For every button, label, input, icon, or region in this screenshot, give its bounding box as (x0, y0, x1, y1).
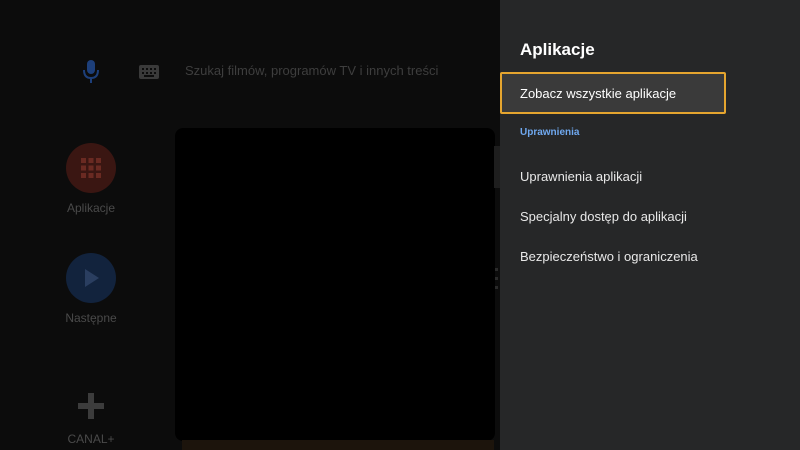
security-restrictions-label: Bezpieczeństwo i ograniczenia (520, 249, 698, 264)
section-header-permissions: Uprawnienia (520, 127, 580, 138)
security-restrictions-item[interactable]: Bezpieczeństwo i ograniczenia (500, 237, 800, 277)
home-screen-dimmed: Szukaj filmów, programów TV i innych tre… (0, 0, 500, 450)
home-app-label: Aplikacje (66, 201, 116, 215)
see-all-apps-item[interactable]: Zobacz wszystkie aplikacje (500, 72, 800, 114)
search-bar[interactable]: Szukaj filmów, programów TV i innych tre… (0, 50, 500, 94)
home-app-label: CANAL+ (67, 432, 115, 446)
home-app-canal[interactable]: CANAL+ (46, 388, 136, 446)
special-app-access-label: Specjalny dostęp do aplikacji (520, 209, 687, 224)
search-placeholder[interactable]: Szukaj filmów, programów TV i innych tre… (185, 63, 438, 78)
play-icon (66, 253, 116, 303)
home-app-aplikacje[interactable]: Aplikacje (46, 143, 136, 215)
row-indicator (495, 268, 499, 298)
content-row-peek (182, 440, 494, 450)
home-app-label: Następne (65, 311, 117, 325)
panel-title: Aplikacje (520, 40, 595, 59)
home-app-nastepne[interactable]: Następne (46, 253, 136, 325)
content-preview (175, 128, 495, 441)
grid-icon (66, 143, 116, 193)
microphone-icon[interactable] (80, 59, 102, 85)
app-permissions-item[interactable]: Uprawnienia aplikacji (500, 157, 800, 197)
app-permissions-label: Uprawnienia aplikacji (520, 169, 643, 184)
see-all-apps-label: Zobacz wszystkie aplikacje (520, 86, 677, 101)
keyboard-icon[interactable] (138, 62, 160, 82)
special-app-access-item[interactable]: Specjalny dostęp do aplikacji (500, 197, 800, 237)
plus-icon (66, 388, 116, 424)
settings-panel: Aplikacje Zobacz wszystkie aplikacje Upr… (500, 0, 800, 450)
